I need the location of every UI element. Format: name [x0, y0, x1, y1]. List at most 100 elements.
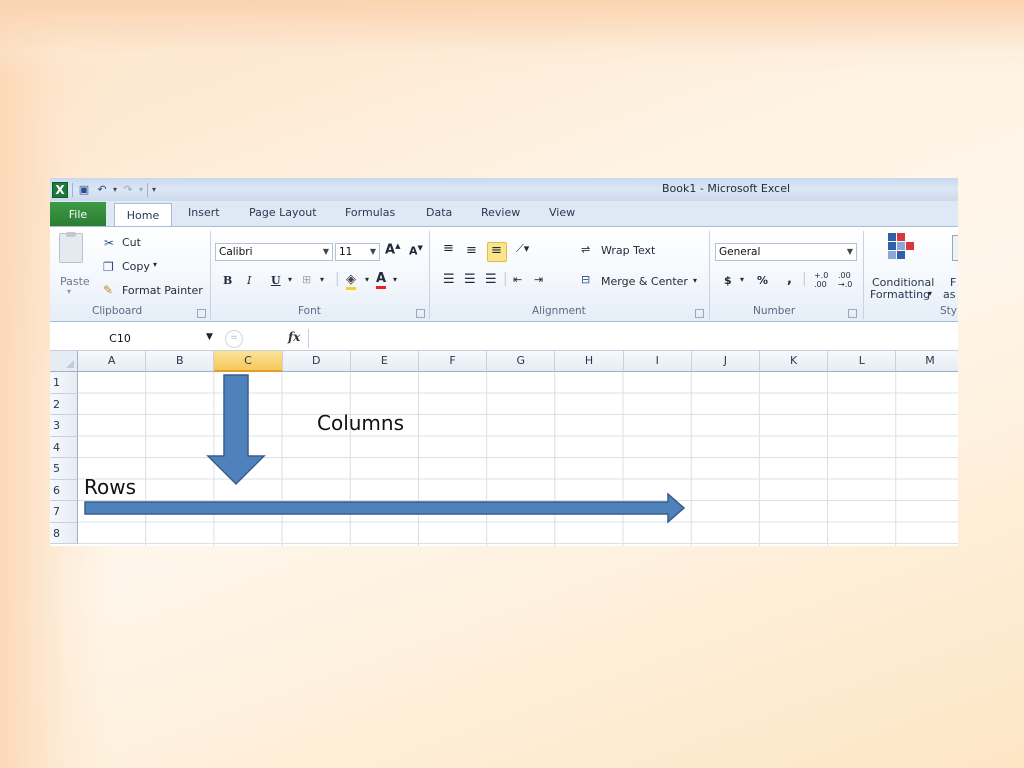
underline-dropdown-icon[interactable]: ▾	[288, 275, 292, 284]
redo-icon[interactable]: ↷	[121, 183, 135, 197]
tab-file[interactable]: File	[50, 202, 106, 226]
wrap-text-button[interactable]: Wrap Text	[601, 244, 655, 257]
divider	[429, 231, 430, 319]
align-right-icon[interactable]: ☰	[485, 272, 497, 287]
quick-access-toolbar: X ▣ ↶ ▾ ↷ ▾ ▾	[52, 180, 156, 199]
orientation-icon[interactable]: ⟋▾	[516, 242, 529, 256]
font-name-select[interactable]: Calibri ▼	[215, 243, 333, 261]
undo-icon[interactable]: ↶	[95, 183, 109, 197]
divider	[72, 182, 73, 197]
format-as-table-button-line2[interactable]: as	[943, 288, 955, 301]
format-as-table-icon[interactable]	[952, 235, 958, 261]
italic-button[interactable]: I	[247, 274, 251, 287]
divider	[709, 231, 710, 319]
tab-view[interactable]: View	[549, 206, 575, 219]
formula-cancel-icon[interactable]: =	[225, 330, 243, 348]
tab-home[interactable]: Home	[114, 203, 172, 226]
tab-review[interactable]: Review	[481, 206, 520, 219]
copy-dropdown-icon[interactable]: ▾	[153, 260, 157, 269]
font-size-value: 11	[339, 246, 353, 258]
paste-dropdown-icon[interactable]: ▾	[67, 287, 71, 296]
window-title: Book1 - Microsoft Excel	[662, 182, 791, 195]
number-launcher-icon[interactable]	[848, 309, 857, 318]
format-painter-button[interactable]: Format Painter	[122, 284, 203, 297]
rows-label: Rows	[84, 475, 137, 499]
font-launcher-icon[interactable]	[416, 309, 425, 318]
name-box[interactable]: C10	[50, 329, 214, 348]
columns-label: Columns	[317, 411, 405, 435]
copy-icon[interactable]: ❐	[103, 260, 114, 274]
chevron-down-icon: ▼	[369, 247, 376, 256]
currency-dropdown-icon[interactable]: ▾	[740, 275, 744, 284]
align-middle-icon[interactable]: ≡	[466, 243, 477, 258]
font-color-dropdown-icon[interactable]: ▾	[393, 275, 397, 284]
comma-button[interactable]: ,	[787, 272, 792, 287]
tab-insert[interactable]: Insert	[188, 206, 220, 219]
rows-arrow	[84, 492, 686, 524]
number-format-select[interactable]: General ▼	[715, 243, 857, 261]
merge-center-icon[interactable]: ⊟	[581, 273, 590, 286]
align-top-icon[interactable]: ≡	[443, 241, 454, 256]
bold-button[interactable]: B	[223, 274, 232, 287]
fill-color-icon[interactable]: ◈	[346, 272, 356, 290]
copy-button[interactable]: Copy	[122, 260, 150, 273]
cut-icon[interactable]: ✂	[104, 236, 114, 250]
wrap-text-icon[interactable]: ⇌	[581, 243, 590, 256]
tab-data[interactable]: Data	[426, 206, 452, 219]
align-bottom-icon: ≡	[491, 243, 502, 258]
cut-button[interactable]: Cut	[122, 236, 141, 249]
align-left-icon[interactable]: ☰	[443, 272, 455, 287]
format-painter-icon[interactable]: ✎	[103, 283, 113, 297]
divider	[147, 182, 149, 197]
paste-icon[interactable]	[59, 232, 83, 263]
conditional-formatting-dropdown-icon[interactable]: ▾	[928, 289, 932, 298]
redo-dropdown-icon[interactable]: ▾	[139, 185, 143, 194]
annotation-arrows	[84, 374, 686, 524]
conditional-formatting-button-line2[interactable]: Formatting	[870, 288, 930, 301]
decrease-indent-icon[interactable]: ⇤	[513, 273, 522, 286]
formula-bar: C10 ▼ = fx	[50, 327, 958, 351]
alignment-launcher-icon[interactable]	[695, 309, 704, 318]
formula-input[interactable]	[308, 329, 958, 348]
worksheet-grid: ABCDEFGHIJKLM 12345678 Columns Rows	[50, 351, 958, 546]
borders-dropdown-icon[interactable]: ▾	[320, 275, 324, 284]
merge-center-dropdown-icon[interactable]: ▾	[693, 276, 697, 285]
undo-dropdown-icon[interactable]: ▾	[113, 185, 117, 194]
ribbon-home: Paste ▾ ✂ Cut ❐ Copy ▾ ✎ Format Painter …	[50, 226, 958, 322]
increase-indent-icon[interactable]: ⇥	[534, 273, 543, 286]
ribbon-tabs: File Home Insert Page Layout Formulas Da…	[50, 201, 958, 226]
number-format-value: General	[719, 246, 761, 258]
font-size-select[interactable]: 11 ▼	[335, 243, 380, 261]
align-center-icon[interactable]: ☰	[464, 272, 476, 287]
tab-page-layout[interactable]: Page Layout	[249, 206, 317, 219]
borders-icon[interactable]: ⊞	[302, 273, 311, 286]
divider: |	[802, 271, 807, 287]
currency-button[interactable]: $	[724, 274, 732, 287]
styles-group-label: Sty	[940, 305, 957, 317]
font-group-label: Font	[298, 305, 321, 317]
increase-decimal-icon[interactable]: +.0.00	[814, 271, 828, 289]
clipboard-launcher-icon[interactable]	[197, 309, 206, 318]
chevron-down-icon: ▼	[846, 247, 853, 256]
shrink-font-icon[interactable]: A▼	[409, 244, 423, 258]
number-group-label: Number	[753, 305, 796, 317]
underline-button[interactable]: U	[271, 274, 281, 287]
fill-color-dropdown-icon[interactable]: ▾	[365, 275, 369, 284]
percent-button[interactable]: %	[757, 274, 768, 287]
divider: |	[335, 271, 340, 287]
paste-button[interactable]: Paste	[60, 275, 90, 288]
customize-toolbar-icon[interactable]: ▾	[152, 185, 156, 194]
excel-logo-icon[interactable]: X	[52, 181, 68, 198]
insert-function-button[interactable]: fx	[288, 330, 300, 344]
decrease-decimal-icon[interactable]: .00 →.0	[838, 271, 852, 289]
columns-arrow	[206, 374, 266, 486]
font-color-icon[interactable]: A	[376, 271, 387, 289]
chevron-down-icon: ▼	[322, 247, 329, 256]
save-icon[interactable]: ▣	[77, 183, 91, 197]
name-box-dropdown-icon[interactable]: ▼	[206, 332, 213, 342]
tab-formulas[interactable]: Formulas	[345, 206, 395, 219]
merge-center-button[interactable]: Merge & Center	[601, 275, 688, 288]
grow-font-icon[interactable]: A▲	[385, 242, 400, 257]
divider	[210, 231, 211, 319]
conditional-formatting-icon[interactable]	[888, 233, 914, 259]
